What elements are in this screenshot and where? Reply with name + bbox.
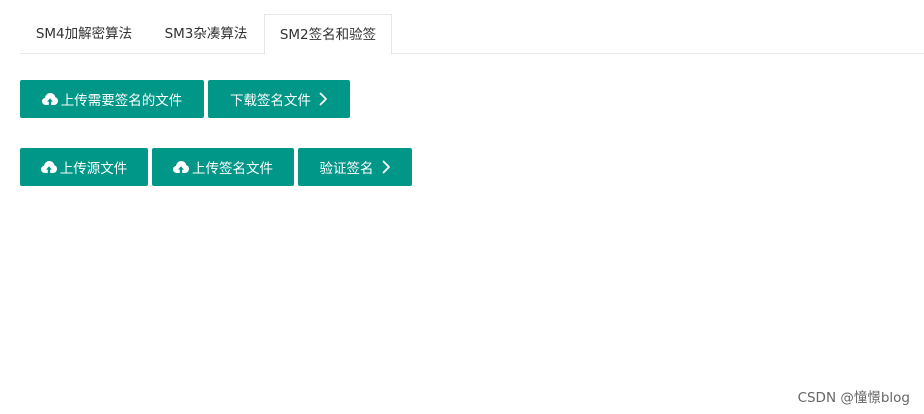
cloud-upload-icon	[41, 92, 58, 106]
tab-sm3[interactable]: SM3杂凑算法	[148, 14, 264, 54]
cloud-upload-icon	[40, 160, 57, 174]
watermark: CSDN @憧憬blog	[797, 390, 910, 406]
chevron-right-icon	[318, 92, 328, 106]
verify-signature-label: 验证签名	[319, 161, 374, 177]
tab-sm4[interactable]: SM4加解密算法	[20, 14, 148, 54]
download-signature-label: 下载签名文件	[230, 93, 311, 109]
upload-source-file-label: 上传源文件	[59, 161, 128, 177]
upload-source-file-button[interactable]: 上传源文件	[20, 148, 148, 186]
verify-signature-button[interactable]: 验证签名	[298, 148, 412, 186]
upload-signature-file-label: 上传签名文件	[192, 161, 273, 177]
upload-signature-file-button[interactable]: 上传签名文件	[152, 148, 294, 186]
upload-file-to-sign-label: 上传需要签名的文件	[60, 93, 183, 109]
upload-file-to-sign-button[interactable]: 上传需要签名的文件	[20, 80, 204, 118]
tab-bar: SM4加解密算法 SM3杂凑算法 SM2签名和验签	[20, 14, 924, 55]
chevron-right-icon	[381, 160, 391, 174]
tab-sm2[interactable]: SM2签名和验签	[264, 14, 392, 55]
download-signature-button[interactable]: 下载签名文件	[208, 80, 350, 118]
cloud-upload-icon	[173, 160, 189, 174]
